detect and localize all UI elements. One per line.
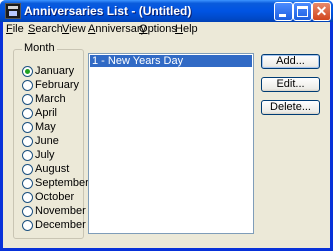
radio-button[interactable] [22,94,33,105]
radio-button[interactable] [22,164,33,175]
radio-button[interactable] [22,80,33,91]
menu-options[interactable]: Options [139,23,177,35]
anniversaries-listbox[interactable]: 1 - New Years Day [88,53,254,234]
menu-help-label: elp [182,23,198,35]
edit-button[interactable]: Edit... [261,77,320,92]
radio-label: August [35,163,70,175]
radio-label: January [35,65,75,77]
radio-label: December [35,219,86,231]
minimize-button[interactable] [274,2,293,21]
menu-file-label: ile [12,23,24,35]
app-window: Anniversaries List - (Untitled) ✕ File S… [0,0,333,251]
app-icon[interactable] [5,3,21,19]
radio-label: October [35,191,75,203]
radio-button[interactable] [22,178,33,189]
radio-label: June [35,135,59,147]
minimize-icon [279,14,286,17]
menu-view-label: iew [69,23,86,35]
maximize-icon [297,6,308,17]
radio-button[interactable] [22,122,33,133]
menu-options-label: ptions [147,23,177,35]
menu-search-label: earch [35,23,63,35]
radio-label: May [35,121,56,133]
window-title: Anniversaries List - (Untitled) [24,4,192,18]
close-button[interactable]: ✕ [312,2,331,21]
radio-label: March [35,93,66,105]
menu-options-accel: O [139,23,148,35]
delete-button[interactable]: Delete... [261,100,320,115]
menu-search[interactable]: Search [28,23,63,35]
radio-label: September [35,177,89,189]
menu-bar: File Search View Anniversary Options Hel… [3,22,330,37]
menu-help[interactable]: Help [175,23,198,35]
list-item[interactable]: 1 - New Years Day [90,55,252,67]
radio-button[interactable] [22,206,33,217]
close-icon: ✕ [315,3,328,19]
menu-file[interactable]: File [6,23,24,35]
add-button[interactable]: Add... [261,54,320,69]
radio-label: February [35,79,80,91]
menu-file-accel: F [6,23,13,35]
radio-button[interactable] [22,150,33,161]
menu-anniversary[interactable]: Anniversary [88,23,146,35]
radio-label: July [35,149,55,161]
radio-button[interactable] [22,192,33,203]
radio-button[interactable] [22,220,33,231]
title-bar[interactable]: Anniversaries List - (Untitled) ✕ [0,0,333,22]
menu-help-accel: H [175,23,183,35]
maximize-button[interactable] [293,2,312,21]
radio-label: November [35,205,86,217]
menu-view[interactable]: View [62,23,86,35]
radio-label: April [35,107,58,119]
radio-button[interactable] [22,108,33,119]
radio-button[interactable] [22,136,33,147]
month-group-label: Month [22,42,57,54]
radio-button[interactable] [22,66,33,77]
